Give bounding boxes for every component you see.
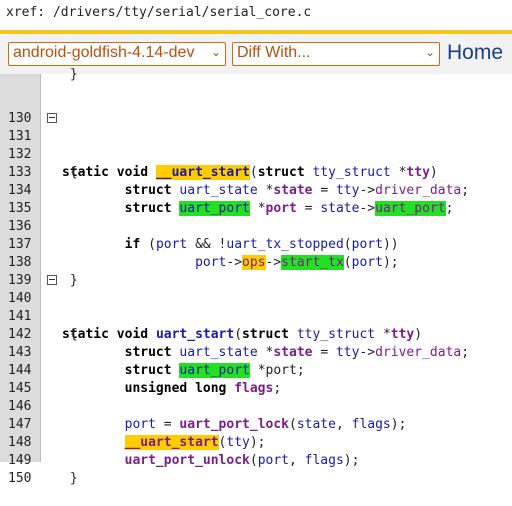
diff-with-select[interactable]: Diff With... ⌄ (232, 42, 440, 66)
collapse-icon[interactable] (47, 275, 57, 285)
code-line: 130 (0, 92, 512, 126)
chevron-down-icon: ⌄ (424, 45, 435, 59)
code-line: 143 struct uart_port *port; (8, 345, 305, 378)
code-line: 146 port = uart_port_lock(state, flags); (8, 399, 407, 432)
code-line: 147 __uart_start(tty); (8, 417, 266, 450)
code-line: 148 uart_port_unlock(port, flags); (8, 435, 360, 468)
collapse-icon[interactable] (47, 113, 57, 123)
code-line: 133 struct uart_state *state = tty->driv… (8, 165, 470, 198)
code-line: } (62, 67, 78, 82)
code-line: 131 static void __uart_start(struct tty_… (0, 110, 512, 180)
xref-path: xref: /drivers/tty/serial/serial_core.c (6, 5, 312, 20)
line-number[interactable]: 150 (8, 470, 36, 488)
code-line: 135 (0, 182, 512, 216)
xref-header: xref: /drivers/tty/serial/serial_core.c (0, 0, 512, 30)
code-line: 132 { (8, 147, 78, 180)
branch-select-value: android-goldfish-4.14-dev (13, 44, 195, 61)
code-line: 137 port->ops->start_tx(port); (8, 237, 399, 270)
code-line: 142 struct uart_state *state = tty->driv… (8, 327, 470, 360)
code-line: 145 (0, 362, 512, 396)
code-line: 141 { (8, 309, 78, 342)
chevron-down-icon: ⌄ (210, 45, 221, 59)
code-line: 139 (0, 254, 512, 288)
code-line: 149 } (8, 453, 78, 486)
code-line: 136 if (port && !uart_tx_stopped(port)) (8, 219, 399, 252)
code-line: 150 (0, 452, 512, 486)
code-line: 144 unsigned long flags; (8, 363, 282, 396)
home-link[interactable]: Home (447, 41, 503, 65)
code-line: 138 } (8, 255, 78, 288)
diff-select-value: Diff With... (237, 44, 311, 61)
source-code-view: } 130 131 static void __uart_start(struc… (0, 67, 512, 486)
branch-select[interactable]: android-goldfish-4.14-dev ⌄ (8, 42, 226, 66)
code-line: 134 struct uart_port *port = state->uart… (8, 183, 454, 216)
code-line: 140 static void uart_start(struct tty_st… (0, 272, 512, 342)
